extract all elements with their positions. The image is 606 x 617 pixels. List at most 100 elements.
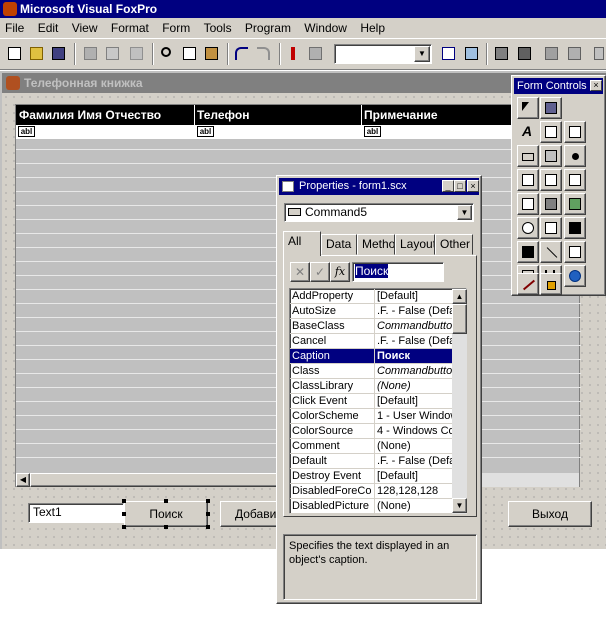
data-session-button[interactable]	[461, 43, 483, 65]
property-row[interactable]: Comment (None)	[290, 439, 452, 454]
property-row[interactable]: ColorSource 4 - Windows Colors	[290, 424, 452, 439]
column-header-fio[interactable]: Фамилия Имя Отчество	[19, 108, 161, 122]
ole-bound-button[interactable]	[517, 241, 539, 263]
toolbar-combo[interactable]: ▼	[334, 44, 432, 64]
scroll-thumb[interactable]	[452, 304, 467, 334]
redo-button[interactable]	[253, 43, 275, 65]
chevron-down-icon[interactable]: ▼	[452, 498, 467, 513]
selection-handle[interactable]	[206, 499, 210, 503]
edit-button[interactable]	[564, 43, 586, 65]
print-button[interactable]	[80, 43, 102, 65]
menu-tools[interactable]: Tools	[199, 18, 237, 36]
modify-form-button[interactable]	[305, 43, 327, 65]
menu-window[interactable]: Window	[299, 18, 352, 36]
properties-vertical-scrollbar[interactable]: ▲ ▼	[452, 289, 467, 514]
menu-view[interactable]: View	[67, 18, 103, 36]
selection-handle[interactable]	[122, 512, 126, 516]
menu-help[interactable]: Help	[355, 18, 390, 36]
property-row[interactable]: Class Commandbutton	[290, 364, 452, 379]
menu-form[interactable]: Form	[157, 18, 195, 36]
cancel-x-icon[interactable]: ✕	[290, 262, 310, 282]
property-row[interactable]: ColorScheme 1 - User Windows	[290, 409, 452, 424]
line-button[interactable]	[540, 241, 562, 263]
select-objects-button[interactable]	[517, 97, 539, 119]
property-row[interactable]: Cancel .F. - False (Default)	[290, 334, 452, 349]
print-preview-button[interactable]	[102, 43, 124, 65]
command-button-tool[interactable]	[517, 145, 539, 167]
button-lock-button[interactable]	[540, 273, 562, 295]
close-icon[interactable]: ×	[467, 180, 479, 192]
builder-lock-button[interactable]	[517, 273, 539, 295]
shape-button[interactable]	[564, 241, 586, 263]
chevron-up-icon[interactable]: ▲	[452, 289, 467, 304]
tab-methods[interactable]: Methods	[357, 234, 395, 255]
view-classes-button[interactable]	[540, 97, 562, 119]
property-row[interactable]: DisabledForeColor128,128,128	[290, 484, 452, 499]
properties-list[interactable]: AddProperty [Default] AutoSize .F. - False…	[289, 288, 467, 514]
property-row[interactable]: AutoSize .F. - False (Default)	[290, 304, 452, 319]
chevron-down-icon[interactable]: ▼	[457, 205, 472, 220]
property-row[interactable]: Default .F. - False (Default)	[290, 454, 452, 469]
property-value-input[interactable]: Поиск	[352, 262, 444, 282]
column-header-phone[interactable]: Телефон	[197, 108, 249, 122]
combobox-button[interactable]	[540, 169, 562, 191]
pageframe-button[interactable]	[540, 217, 562, 239]
selection-handle[interactable]	[122, 525, 126, 529]
accept-check-icon[interactable]: ✓	[310, 262, 330, 282]
menu-format[interactable]: Format	[106, 18, 154, 36]
selection-handle[interactable]	[206, 512, 210, 516]
grid-first-row[interactable]: abl abl abl	[16, 125, 581, 139]
tab-data[interactable]: Data	[321, 234, 357, 255]
cut-button[interactable]	[157, 43, 179, 65]
undo-button[interactable]	[231, 43, 253, 65]
spelling-button[interactable]	[126, 43, 148, 65]
menu-program[interactable]: Program	[240, 18, 296, 36]
spinner-button[interactable]	[517, 193, 539, 215]
hyperlink-button[interactable]	[564, 265, 586, 287]
function-icon[interactable]: fx	[330, 262, 350, 282]
textbox-button[interactable]	[540, 121, 562, 143]
help-button[interactable]	[590, 43, 606, 65]
timer-button[interactable]	[517, 217, 539, 239]
paste-button[interactable]	[201, 43, 223, 65]
minimize-icon[interactable]: _	[442, 180, 454, 192]
command-window-button[interactable]	[438, 43, 460, 65]
property-row[interactable]: Destroy Event [Default]	[290, 469, 452, 484]
open-button[interactable]	[26, 43, 48, 65]
chevron-down-icon[interactable]: ▼	[414, 46, 430, 62]
close-icon[interactable]: ×	[590, 80, 602, 91]
exit-button[interactable]: Выход	[508, 501, 592, 527]
command-group-button[interactable]	[540, 145, 562, 167]
image-button[interactable]	[564, 193, 586, 215]
copy-button[interactable]	[179, 43, 201, 65]
label-button[interactable]: A	[517, 121, 539, 143]
selection-handle[interactable]	[122, 499, 126, 503]
option-group-button[interactable]	[564, 145, 586, 167]
tab-other[interactable]: Other	[435, 234, 473, 255]
report-wizard-button[interactable]	[514, 43, 536, 65]
listbox-button[interactable]	[564, 169, 586, 191]
checkbox-button[interactable]	[517, 169, 539, 191]
chevron-left-icon[interactable]: ◀	[16, 473, 30, 487]
property-row[interactable]: Click Event [Default]	[290, 394, 452, 409]
object-selector[interactable]: Command5 ▼	[284, 203, 474, 222]
property-row[interactable]: DisabledPicture (None)	[290, 499, 452, 514]
grid-button[interactable]	[540, 193, 562, 215]
selection-handle[interactable]	[164, 499, 168, 503]
menu-file[interactable]: File	[0, 18, 29, 36]
ole-container-button[interactable]	[564, 217, 586, 239]
maximize-icon[interactable]: □	[454, 180, 466, 192]
text1-field[interactable]: Text1	[28, 503, 124, 523]
property-row[interactable]: AddProperty [Default]	[290, 289, 452, 304]
search-button[interactable]: Поиск	[124, 501, 208, 527]
property-row[interactable]: ClassLibrary (None)	[290, 379, 452, 394]
property-row[interactable]: BaseClass Commandbutton	[290, 319, 452, 334]
selection-handle[interactable]	[164, 525, 168, 529]
database-button[interactable]	[541, 43, 563, 65]
column-header-note[interactable]: Примечание	[364, 108, 438, 122]
property-row-selected[interactable]: Caption Поиск	[290, 349, 452, 364]
editbox-button[interactable]	[564, 121, 586, 143]
run-button[interactable]	[282, 43, 304, 65]
new-button[interactable]	[4, 43, 26, 65]
menu-edit[interactable]: Edit	[33, 18, 64, 36]
